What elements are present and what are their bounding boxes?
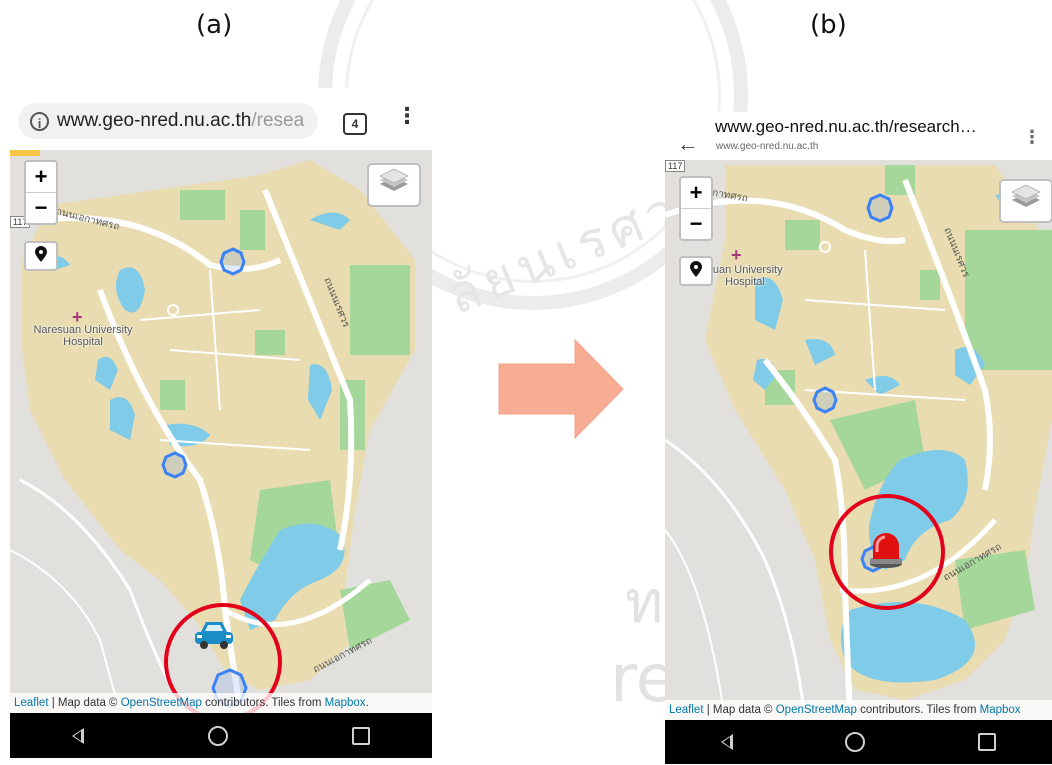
zoom-control: + − [679, 176, 713, 241]
panel-a-label: (a) [196, 10, 233, 40]
browser-address-bar: i www.geo-nred.nu.ac.th/resea 4 ⋮ [10, 88, 432, 150]
map-attribution: Leaflet | Map data © OpenStreetMap contr… [665, 700, 1052, 720]
kebab-icon[interactable]: ⋮ [1023, 128, 1041, 146]
attribution-text: | Map data © [48, 697, 121, 709]
tab-switcher-button[interactable]: 4 [343, 113, 367, 135]
back-icon[interactable] [721, 734, 734, 750]
map-tiles [665, 160, 1052, 720]
home-icon[interactable] [208, 725, 228, 746]
android-nav-bar [10, 713, 432, 758]
hospital-icon: + [731, 245, 742, 265]
map-view[interactable]: Naresuan University Hospital + ถนนเอกาทศ… [10, 150, 432, 713]
layers-icon [379, 168, 409, 191]
geofence-zone[interactable] [812, 386, 838, 414]
zoom-out-button[interactable]: − [26, 192, 56, 223]
locate-button[interactable] [679, 256, 713, 286]
attribution-text: contributors. Tiles from [856, 704, 980, 716]
siren-icon[interactable] [867, 528, 905, 570]
leaflet-link[interactable]: Leaflet [669, 704, 704, 716]
layers-icon [1011, 184, 1041, 207]
back-arrow-icon[interactable]: ← [677, 131, 699, 157]
zoom-control: + − [24, 160, 58, 225]
hospital-label: Naresuan University Hospital [33, 324, 133, 348]
info-icon[interactable]: i [30, 111, 49, 131]
car-icon[interactable] [192, 618, 236, 652]
zoom-out-button[interactable]: − [681, 208, 711, 239]
back-icon[interactable] [72, 727, 84, 744]
transition-arrow [498, 338, 624, 440]
attribution-end: . [365, 697, 369, 709]
phone-screen-a: i www.geo-nred.nu.ac.th/resea 4 ⋮ Naresu… [10, 88, 432, 758]
url-path: /resea [251, 110, 305, 131]
kebab-icon[interactable]: ⋮ [396, 105, 418, 127]
zoom-in-button[interactable]: + [26, 162, 56, 192]
url-title[interactable]: www.geo-nred.nu.ac.th/research… [715, 117, 977, 137]
osm-link[interactable]: OpenStreetMap [121, 697, 202, 709]
geofence-zone[interactable] [866, 193, 894, 223]
attribution-text: | Map data © [703, 704, 776, 716]
recents-icon[interactable] [352, 726, 370, 745]
geofence-zone[interactable] [161, 451, 188, 479]
osm-link[interactable]: OpenStreetMap [776, 704, 857, 716]
zoom-in-button[interactable]: + [681, 178, 711, 208]
map-view[interactable]: suan University Hospital + ถนนเอกาทศรถ ถ… [665, 160, 1052, 720]
mapbox-link[interactable]: Mapbox [980, 704, 1021, 716]
android-nav-bar [665, 720, 1052, 764]
locate-button[interactable] [24, 241, 58, 271]
layers-button[interactable] [999, 179, 1052, 223]
map-pin-icon [35, 246, 47, 262]
url-host: www.geo-nred.nu.ac.th [57, 110, 252, 131]
url-field[interactable]: i www.geo-nred.nu.ac.th/resea [18, 103, 318, 139]
map-pin-icon [690, 261, 702, 277]
home-icon[interactable] [845, 732, 866, 752]
recents-icon[interactable] [977, 733, 996, 751]
hospital-icon: + [72, 307, 83, 327]
url-subtitle: www.geo-nred.nu.ac.th [716, 141, 819, 152]
panel-b-label: (b) [810, 10, 847, 40]
map-attribution: Leaflet | Map data © OpenStreetMap contr… [10, 693, 432, 713]
geofence-zone[interactable] [219, 247, 246, 276]
attribution-text: contributors. Tiles from [201, 697, 325, 709]
leaflet-link[interactable]: Leaflet [14, 697, 49, 709]
phone-screen-b: ← www.geo-nred.nu.ac.th/research… www.ge… [665, 112, 1052, 764]
layers-button[interactable] [367, 163, 421, 207]
route-badge: 117 [665, 160, 686, 172]
mapbox-link[interactable]: Mapbox [325, 697, 366, 709]
